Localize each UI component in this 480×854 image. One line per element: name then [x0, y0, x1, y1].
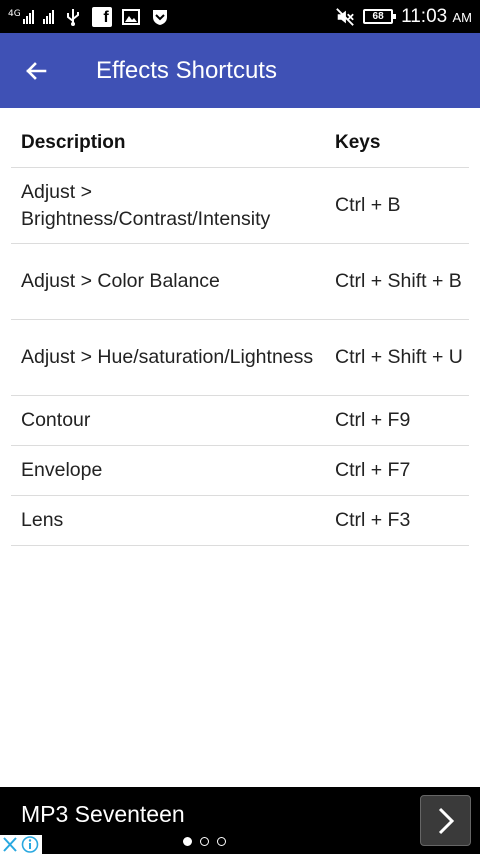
- shortcuts-table: Description Keys Adjust > Brightness/Con…: [11, 118, 469, 546]
- ad-banner[interactable]: MP3 Seventeen: [0, 787, 480, 854]
- table-row: Contour Ctrl + F9: [11, 396, 469, 446]
- row-keys: Ctrl + Shift + B: [335, 270, 462, 292]
- mute-icon: [335, 7, 355, 27]
- row-keys: Ctrl + F9: [335, 409, 411, 431]
- table-row: Adjust > Color Balance Ctrl + Shift + B: [11, 244, 469, 320]
- row-description: Envelope: [21, 459, 103, 481]
- column-header-keys: Keys: [335, 132, 381, 153]
- signal-icon-2: [42, 9, 54, 24]
- page-dot-active: [183, 837, 192, 846]
- ad-title: MP3 Seventeen: [21, 801, 185, 827]
- page-dot: [217, 837, 226, 846]
- row-description: Contour: [21, 409, 91, 431]
- arrow-back-icon: [26, 61, 47, 80]
- row-description: Adjust > Brightness/Contrast/Intensity: [21, 180, 271, 230]
- status-bar: 4G f 68 11:03 AM: [0, 0, 480, 33]
- row-description: Lens: [21, 509, 64, 531]
- page-title: Effects Shortcuts: [96, 56, 277, 84]
- image-icon: [121, 7, 141, 27]
- chevron-right-icon: [438, 807, 454, 834]
- back-button[interactable]: [0, 33, 74, 108]
- table-row: Adjust > Hue/saturation/Lightness Ctrl +…: [11, 320, 469, 396]
- shield-download-icon: [150, 7, 170, 27]
- battery-icon: 68: [363, 9, 397, 24]
- facebook-icon: f: [91, 6, 112, 27]
- row-keys: Ctrl + Shift + U: [335, 346, 463, 368]
- status-bar-right: 68 11:03 AM: [335, 6, 472, 28]
- table-row: Adjust > Brightness/Contrast/Intensity C…: [11, 168, 469, 244]
- time-ampm: AM: [452, 9, 473, 25]
- close-icon[interactable]: [0, 835, 20, 854]
- ad-controls: [0, 835, 42, 854]
- network-type-label: 4G: [8, 8, 21, 19]
- table-row: Lens Ctrl + F3: [11, 496, 469, 546]
- row-keys: Ctrl + F7: [335, 459, 411, 481]
- row-keys: Ctrl + F3: [335, 509, 411, 531]
- ad-open-button[interactable]: [420, 795, 471, 846]
- signal-icon: 4G: [8, 8, 34, 24]
- page-dot: [200, 837, 209, 846]
- app-bar: Effects Shortcuts: [0, 33, 480, 108]
- row-description: Adjust > Hue/saturation/Lightness: [21, 346, 314, 368]
- info-icon[interactable]: [20, 835, 40, 854]
- time-value: 11:03: [401, 5, 448, 27]
- usb-icon: [63, 7, 83, 27]
- table-header-row: Description Keys: [11, 118, 469, 168]
- column-header-description: Description: [21, 132, 126, 153]
- ad-page-indicator: [183, 837, 226, 846]
- status-bar-left: 4G f: [8, 6, 335, 27]
- table-row: Envelope Ctrl + F7: [11, 446, 469, 496]
- status-time: 11:03 AM: [401, 6, 472, 28]
- row-keys: Ctrl + B: [335, 194, 401, 216]
- row-description: Adjust > Color Balance: [21, 270, 220, 292]
